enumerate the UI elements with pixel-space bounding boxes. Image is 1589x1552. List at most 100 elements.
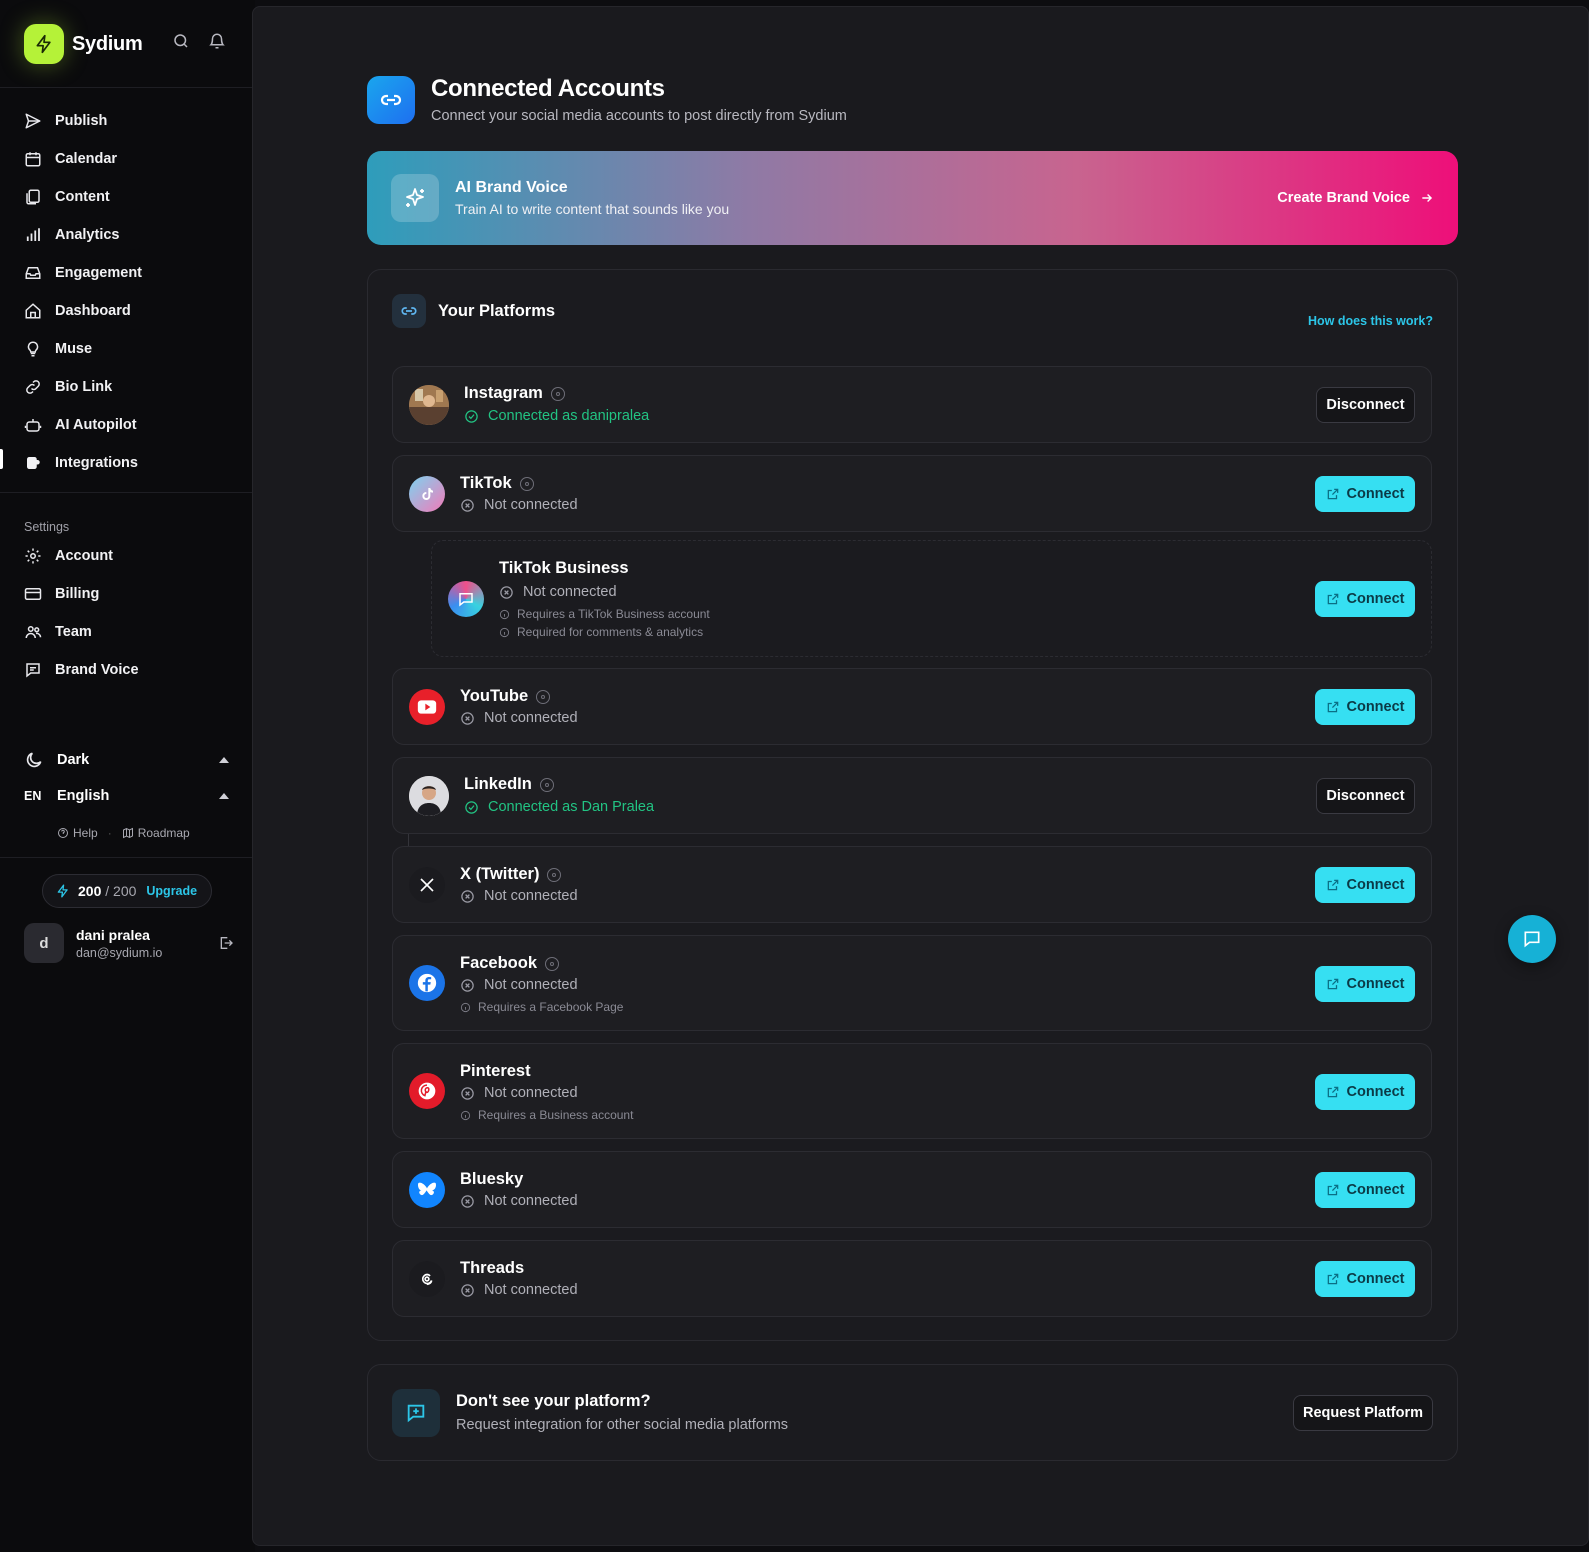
help-icon[interactable] (545, 956, 560, 971)
language-selector[interactable]: EN English (24, 788, 229, 804)
youtube-icon (409, 689, 445, 725)
divider (0, 492, 255, 493)
connect-button[interactable]: Connect (1315, 966, 1415, 1002)
bolt-icon (57, 884, 68, 898)
page-title: Connected Accounts (431, 75, 665, 102)
connect-button[interactable]: Connect (1315, 689, 1415, 725)
nav-item-account[interactable]: Account (24, 537, 139, 575)
status-text: Connected as Dan Pralea (488, 799, 655, 815)
platforms-panel: Your Platforms How does this work? Insta… (367, 269, 1458, 1341)
how-does-this-work-link[interactable]: How does this work? (1308, 314, 1433, 328)
calendar-icon (25, 152, 41, 167)
brand[interactable]: Sydium (24, 24, 143, 64)
nav-label: Bio Link (55, 379, 113, 395)
send-icon (25, 113, 41, 129)
connect-button[interactable]: Connect (1315, 1074, 1415, 1110)
connect-label: Connect (1346, 591, 1405, 607)
nav-item-brand-voice[interactable]: Brand Voice (24, 651, 139, 689)
bolt-logo-icon (24, 24, 64, 64)
bell-icon[interactable] (208, 32, 226, 50)
external-link-icon (1327, 1184, 1338, 1196)
nav-item-engagement[interactable]: Engagement (24, 254, 142, 292)
help-icon[interactable] (519, 476, 534, 491)
dot-separator: · (107, 826, 112, 840)
puzzle-icon (27, 457, 40, 469)
platform-name: Instagram (464, 384, 565, 403)
chat-support-button[interactable] (1508, 915, 1556, 963)
connection-status: Not connected (460, 888, 578, 904)
platform-card-x-twitter: X (Twitter) Not connected Connect (392, 846, 1432, 923)
platform-name-text: TikTok (460, 474, 512, 492)
help-icon[interactable] (536, 689, 551, 704)
external-link-icon (1327, 488, 1338, 500)
nav-item-ai-autopilot[interactable]: AI Autopilot (24, 406, 142, 444)
connection-status: Not connected (460, 977, 578, 993)
requirement-note: Requires a Business account (460, 1108, 633, 1122)
note-text: Required for comments & analytics (517, 625, 704, 639)
external-link-icon (1327, 593, 1338, 605)
help-icon[interactable] (550, 386, 565, 401)
help-icon[interactable] (539, 777, 554, 792)
request-title: Don't see your platform? (456, 1392, 651, 1410)
bar-chart-icon (26, 228, 40, 241)
platform-card-facebook: Facebook Not connected Requires a Facebo… (392, 935, 1432, 1031)
credits-pill[interactable]: 200 / 200 Upgrade (42, 874, 212, 908)
nav-label: Billing (55, 586, 100, 602)
platform-name: YouTube (460, 687, 551, 706)
connect-label: Connect (1346, 877, 1405, 893)
roadmap-link[interactable]: Roadmap (122, 826, 190, 840)
nav-item-calendar[interactable]: Calendar (24, 140, 142, 178)
note-text: Requires a Business account (478, 1108, 634, 1122)
nav-item-publish[interactable]: Publish (24, 102, 142, 140)
connection-status: Connected as danipralea (464, 408, 649, 424)
request-platform-button[interactable]: Request Platform (1293, 1395, 1433, 1431)
disconnect-button[interactable]: Disconnect (1316, 778, 1415, 814)
nav-label: Analytics (55, 227, 120, 243)
connect-label: Connect (1346, 976, 1405, 992)
connect-label: Connect (1346, 1271, 1405, 1287)
search-icon[interactable] (172, 32, 190, 50)
user-profile[interactable]: d dani pralea dan@sydium.io (24, 922, 234, 964)
nav-item-team[interactable]: Team (24, 613, 139, 651)
logout-icon[interactable] (218, 935, 234, 951)
connect-button[interactable]: Connect (1315, 1261, 1415, 1297)
nav-item-analytics[interactable]: Analytics (24, 216, 142, 254)
nav-item-dashboard[interactable]: Dashboard (24, 292, 142, 330)
brand-voice-banner[interactable]: AI Brand Voice Train AI to write content… (367, 151, 1458, 245)
connect-button[interactable]: Connect (1315, 581, 1415, 617)
x-logo-icon (409, 867, 445, 903)
status-text: Not connected (484, 977, 578, 993)
disconnect-button[interactable]: Disconnect (1316, 387, 1415, 423)
nav-item-bio-link[interactable]: Bio Link (24, 368, 142, 406)
connect-button[interactable]: Connect (1315, 476, 1415, 512)
bluesky-butterfly-icon (409, 1172, 445, 1208)
create-brand-voice-button[interactable]: Create Brand Voice (1277, 190, 1434, 206)
nav-item-integrations[interactable]: Integrations (24, 444, 142, 482)
upgrade-link[interactable]: Upgrade (146, 884, 197, 898)
connect-button[interactable]: Connect (1315, 1172, 1415, 1208)
nav-item-muse[interactable]: Muse (24, 330, 142, 368)
x-circle-icon (500, 585, 513, 599)
nav-item-billing[interactable]: Billing (24, 575, 139, 613)
credits-used: 200 (78, 883, 102, 899)
nav-label: AI Autopilot (55, 417, 137, 433)
connection-status: Not connected (460, 1085, 578, 1101)
note-text: Requires a TikTok Business account (517, 607, 710, 621)
nav-label: Team (55, 624, 92, 640)
sparkles-icon (391, 174, 439, 222)
nav-label: Muse (55, 341, 93, 357)
gear-icon (25, 548, 41, 564)
help-icon[interactable] (547, 867, 562, 882)
platform-name-text: Facebook (460, 954, 538, 972)
request-subtitle: Request integration for other social med… (456, 1417, 789, 1433)
language-code: EN (24, 789, 42, 803)
user-name: dani pralea (76, 926, 150, 943)
help-link[interactable]: Help (57, 826, 98, 840)
pinterest-icon (409, 1073, 445, 1109)
theme-selector[interactable]: Dark (24, 750, 229, 770)
check-circle-icon (465, 409, 478, 423)
connect-button[interactable]: Connect (1315, 867, 1415, 903)
nav-item-content[interactable]: Content (24, 178, 142, 216)
credit-card-icon (24, 588, 42, 600)
divider (0, 857, 255, 858)
